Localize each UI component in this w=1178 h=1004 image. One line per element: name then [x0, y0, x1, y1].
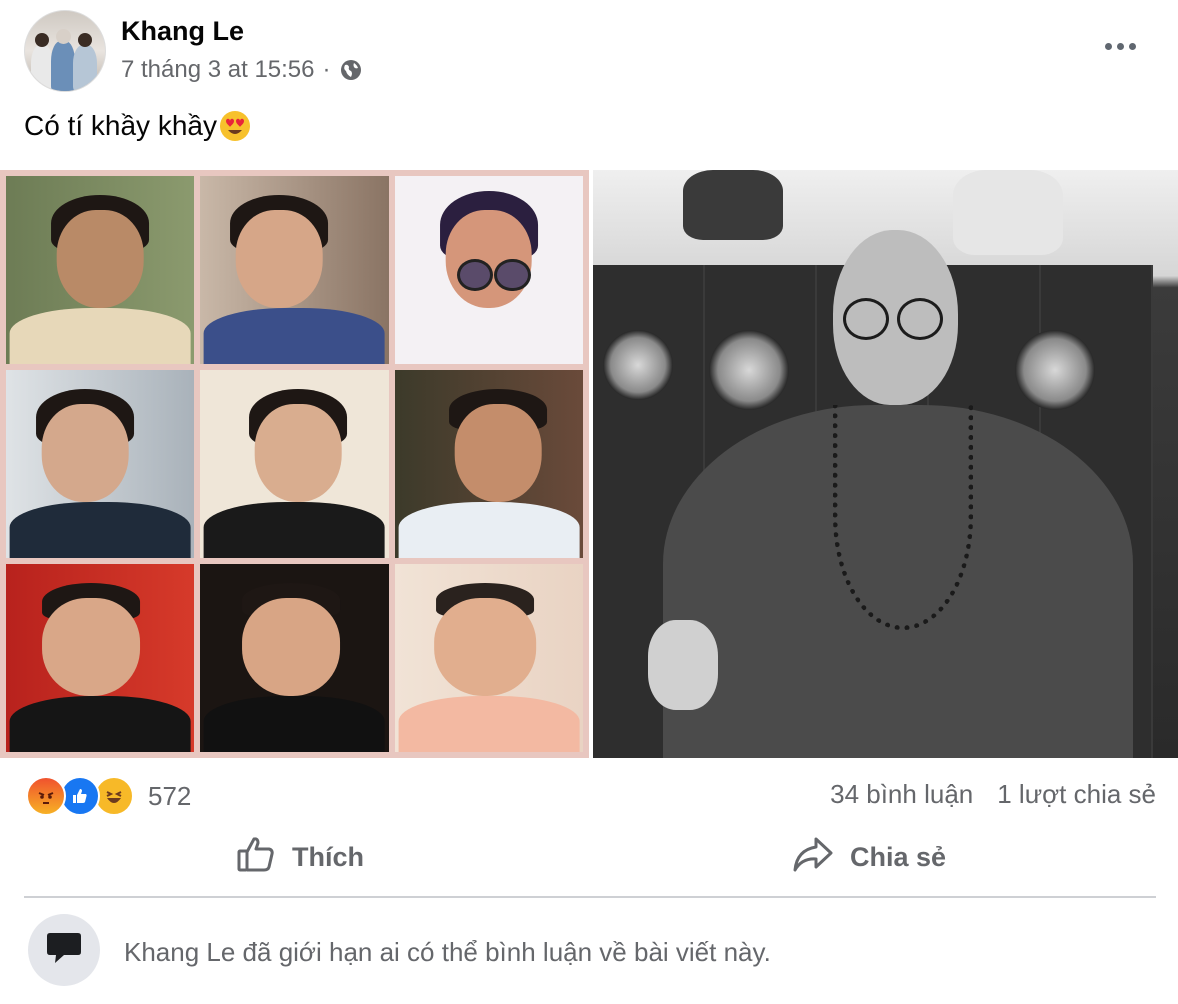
action-bar: Thích Chia sẻ [0, 828, 1178, 886]
collage-photo-9[interactable] [394, 564, 583, 752]
post-caption: Có tí khầy khầy [24, 110, 251, 142]
photo-collage[interactable] [0, 170, 589, 758]
thumbs-up-icon [236, 834, 276, 881]
author-avatar[interactable] [24, 10, 106, 92]
collage-photo-6[interactable] [394, 370, 583, 558]
post-stats: 34 bình luận 1 lượt chia sẻ [830, 779, 1156, 810]
globe-icon[interactable] [339, 58, 363, 82]
comment-count[interactable]: 34 bình luận [830, 779, 973, 810]
collage-photo-1[interactable] [6, 176, 195, 364]
divider [24, 896, 1156, 898]
share-arrow-icon [792, 834, 834, 881]
collage-photo-7[interactable] [6, 564, 195, 752]
collage-photo-4[interactable] [6, 370, 195, 558]
like-reaction-icon [60, 776, 100, 816]
collage-photo-2[interactable] [200, 176, 389, 364]
post-media[interactable] [0, 170, 1178, 758]
author-name[interactable]: Khang Le [121, 16, 244, 47]
collage-photo-3[interactable] [394, 176, 583, 364]
more-horizontal-icon [1104, 42, 1112, 50]
collage-photo-5[interactable] [200, 370, 389, 558]
collage-photo-8[interactable] [200, 564, 389, 752]
comment-restriction-notice: Khang Le đã giới hạn ai có thể bình luận… [124, 937, 771, 967]
reaction-count[interactable]: 572 [148, 781, 191, 812]
post-timestamp[interactable]: 7 tháng 3 at 15:56 [121, 56, 315, 84]
share-count[interactable]: 1 lượt chia sẻ [997, 779, 1156, 810]
reactions-summary[interactable]: 572 [26, 776, 191, 816]
comment-restricted-badge [28, 914, 100, 986]
heart-eyes-emoji-icon [219, 110, 251, 142]
like-label: Thích [292, 841, 364, 872]
facebook-post: Khang Le 7 tháng 3 at 15:56 · Có tí khầy… [0, 0, 1178, 1004]
like-button[interactable]: Thích [236, 828, 364, 886]
more-options-button[interactable] [1096, 28, 1144, 64]
haha-reaction-icon [94, 776, 134, 816]
share-button[interactable]: Chia sẻ [792, 828, 946, 886]
share-label: Chia sẻ [850, 841, 947, 872]
speech-bubble-icon [44, 928, 84, 973]
post-meta: 7 tháng 3 at 15:56 · [121, 56, 363, 84]
angry-reaction-icon [26, 776, 66, 816]
caption-text: Có tí khầy khầy [24, 110, 217, 141]
meta-separator: · [322, 56, 331, 83]
portrait-photo[interactable] [593, 170, 1178, 758]
